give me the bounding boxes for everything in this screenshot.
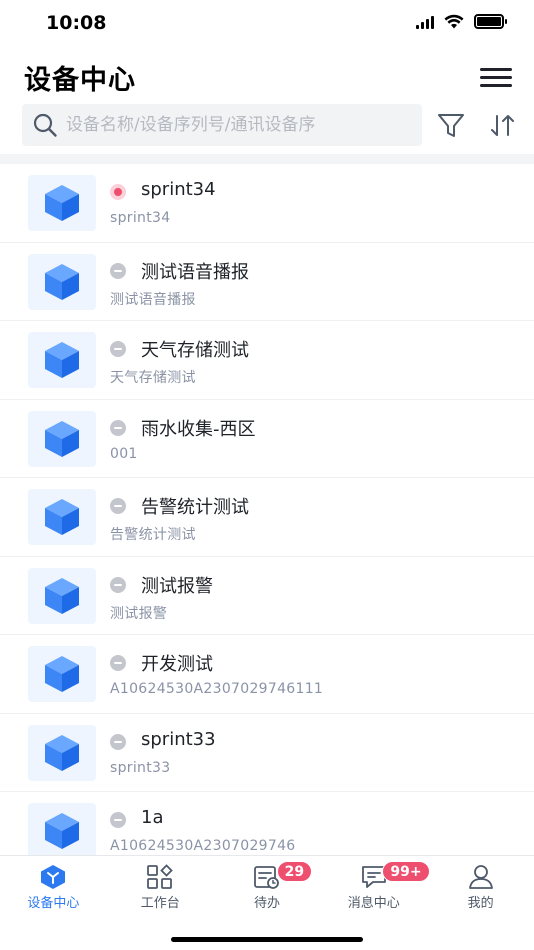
tab-label: 待办 <box>253 896 280 911</box>
wifi-icon <box>444 14 464 29</box>
todo-badge: 29 <box>276 861 313 882</box>
device-row[interactable]: sprint34 sprint34 <box>0 164 534 243</box>
device-serial: 001 <box>110 445 138 462</box>
cube-icon <box>45 813 79 849</box>
device-status-dot <box>110 733 126 750</box>
device-row[interactable]: 告警统计测试 告警统计测试 <box>0 478 534 557</box>
sort-button[interactable] <box>488 112 518 140</box>
status-bar: 10:08 <box>0 0 534 48</box>
device-row[interactable]: 雨水收集-西区 001 <box>0 400 534 478</box>
device-status-dot <box>110 341 126 357</box>
tab-todo[interactable]: 29 待办 <box>214 856 321 916</box>
tab-workbench[interactable]: 工作台 <box>107 856 214 916</box>
cube-icon <box>45 185 79 221</box>
device-status-dot <box>110 419 126 436</box>
device-thumbnail <box>28 175 96 231</box>
device-serial: 测试语音播报 <box>110 291 196 308</box>
device-status-dot <box>110 576 126 593</box>
device-status-dot <box>110 262 126 279</box>
cube-icon <box>45 656 79 692</box>
device-thumbnail <box>28 646 96 702</box>
tab-label: 工作台 <box>140 896 180 911</box>
battery-icon <box>474 14 507 29</box>
menu-button[interactable] <box>480 66 514 90</box>
tab-label: 设备中心 <box>27 896 80 911</box>
cube-icon <box>45 577 79 614</box>
device-row[interactable]: 开发测试 A10624530A2307029746111 <box>0 635 534 714</box>
tab-profile[interactable]: 我的 <box>427 856 534 916</box>
device-row[interactable]: sprint33 sprint33 <box>0 714 534 792</box>
cube-icon <box>45 263 79 300</box>
device-name: 天气存储测试 <box>141 340 249 361</box>
profile-icon <box>468 865 493 889</box>
device-name: 雨水收集-西区 <box>141 418 256 440</box>
status-time: 10:08 <box>46 12 107 34</box>
message-badge: 99+ <box>382 861 430 882</box>
tab-label: 我的 <box>467 896 494 911</box>
device-name: 开发测试 <box>141 654 213 675</box>
device-name: 告警统计测试 <box>141 497 249 518</box>
device-thumbnail <box>28 489 96 545</box>
cube-icon <box>45 734 79 771</box>
search-box[interactable] <box>22 104 422 146</box>
device-name: sprint34 <box>141 179 216 200</box>
device-thumbnail <box>28 724 96 781</box>
device-serial: sprint33 <box>110 759 171 776</box>
cube-icon <box>45 499 79 535</box>
device-status-dot <box>110 812 126 828</box>
device-serial: 告警统计测试 <box>110 527 196 543</box>
device-row[interactable]: 测试报警 测试报警 <box>0 557 534 635</box>
device-row[interactable]: 天气存储测试 天气存储测试 <box>0 321 534 400</box>
menu-icon <box>480 68 512 71</box>
device-thumbnail <box>28 332 96 388</box>
device-serial: 天气存储测试 <box>110 370 196 386</box>
device-center-icon <box>41 865 66 889</box>
tab-label: 消息中心 <box>347 896 400 911</box>
search-input[interactable] <box>66 115 396 135</box>
filter-button[interactable] <box>436 112 466 140</box>
tab-device-center[interactable]: 设备中心 <box>0 856 107 916</box>
search-row <box>0 104 534 148</box>
cube-icon <box>45 342 79 378</box>
device-status-dot <box>110 498 126 514</box>
device-name: 测试语音播报 <box>141 261 249 283</box>
header: 设备中心 <box>0 58 534 98</box>
tab-bar: 设备中心 工作台 29 待办 99+ 消息中心 我的 <box>0 855 534 950</box>
device-list[interactable]: sprint34 sprint34 测试语音播报 测试语音播报 天气存储测试 天… <box>0 164 534 855</box>
device-thumbnail <box>28 410 96 467</box>
device-name: 1a <box>141 807 164 828</box>
home-indicator <box>171 937 363 942</box>
tab-messages[interactable]: 99+ 消息中心 <box>320 856 430 916</box>
device-row[interactable]: 1a A10624530A2307029746 <box>0 792 534 855</box>
cube-icon <box>45 420 79 457</box>
sort-icon <box>491 115 514 136</box>
device-serial: A10624530A2307029746111 <box>110 681 324 697</box>
device-serial: A10624530A2307029746 <box>110 838 296 854</box>
device-name: 测试报警 <box>141 575 213 597</box>
device-thumbnail <box>28 803 96 855</box>
list-divider <box>0 154 534 164</box>
status-icons <box>416 14 507 29</box>
device-thumbnail <box>28 567 96 624</box>
filter-icon <box>438 114 464 137</box>
workbench-icon <box>147 864 173 889</box>
device-serial: 测试报警 <box>110 605 168 622</box>
cellular-signal-icon <box>416 15 434 29</box>
device-status-dot <box>110 655 126 671</box>
device-serial: sprint34 <box>110 210 171 226</box>
search-icon <box>33 113 57 137</box>
device-name: sprint33 <box>141 728 216 750</box>
device-thumbnail <box>28 253 96 310</box>
device-status-dot <box>110 184 126 200</box>
page-title: 设备中心 <box>24 65 136 96</box>
device-row[interactable]: 测试语音播报 测试语音播报 <box>0 243 534 321</box>
